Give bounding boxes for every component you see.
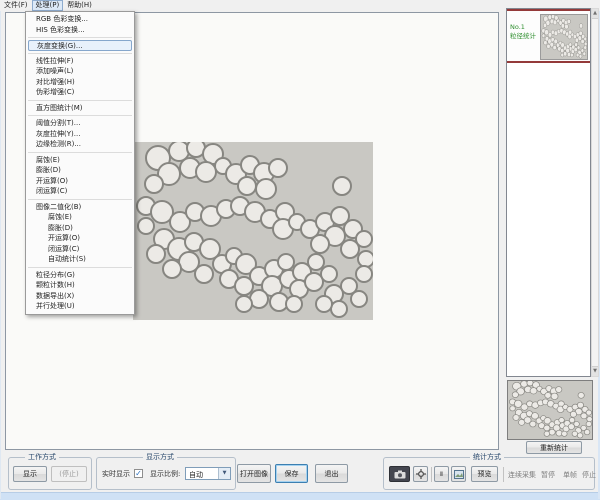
menu-item[interactable]: 闭运算(C) <box>26 244 134 255</box>
status-label-capture: 连续采集 <box>508 471 536 480</box>
menu-separator <box>28 37 132 38</box>
display-mode-label: 显示方式 <box>143 453 177 462</box>
menu-item[interactable]: 线性拉伸(F) <box>26 56 134 67</box>
check-icon: ✓ <box>135 469 142 478</box>
menu-item-highlighted[interactable]: 灰度变换(G)... <box>28 40 132 51</box>
menu-item[interactable]: 伪彩增强(C) <box>26 87 134 98</box>
menu-item[interactable]: 粒径分布(G) <box>26 270 134 281</box>
menu-item[interactable]: 并行处理(U) <box>26 301 134 312</box>
result-line1: No.1 <box>510 23 542 32</box>
menu-item[interactable]: 闭运算(C) <box>26 186 134 197</box>
scroll-down-icon[interactable]: ▼ <box>592 366 598 376</box>
menu-help[interactable]: 帮助(H) <box>63 0 96 11</box>
menu-item[interactable]: RGB 色彩变换... <box>26 14 134 25</box>
list-item-selected[interactable]: No.1 粒径统计 <box>507 9 590 63</box>
menu-item[interactable]: 腐蚀(E) <box>26 155 134 166</box>
menu-separator <box>28 100 132 101</box>
camera-icon <box>394 470 406 479</box>
menu-item[interactable]: 直方图统计(M) <box>26 103 134 114</box>
combobox-value: 自动 <box>189 470 203 480</box>
menu-separator <box>28 152 132 153</box>
menu-file[interactable]: 文件(F) <box>0 0 32 11</box>
zoom-ratio-combobox[interactable]: 自动 ▼ <box>185 467 231 480</box>
toolbar-separator <box>431 467 432 482</box>
menu-item[interactable]: 开运算(O) <box>26 176 134 187</box>
preview-thumbnail[interactable] <box>507 380 593 440</box>
stop-button[interactable]: (停止) <box>51 466 87 482</box>
result-thumbnail-image <box>541 15 587 59</box>
save-button[interactable]: 保存 <box>275 464 308 483</box>
menu-separator <box>28 115 132 116</box>
result-text: No.1 粒径统计 <box>510 23 542 41</box>
microspheres-image <box>133 142 373 320</box>
toolbar-separator <box>503 467 504 482</box>
stat-mode-label: 统计方式 <box>470 453 504 462</box>
recount-button[interactable]: 重新统计 <box>526 441 582 454</box>
menu-item[interactable]: 开运算(O) <box>26 233 134 244</box>
pause-icon: Ⅱ <box>440 471 443 478</box>
process-menu-dropdown: RGB 色彩变换... HIS 色彩变换... 灰度变换(G)... 线性拉伸(… <box>25 11 135 315</box>
menu-item[interactable]: 阈值分割(T)... <box>26 118 134 129</box>
list-scrollbar[interactable]: ▲ ▼ <box>591 8 599 377</box>
menu-item[interactable]: 灰度拉伸(Y)... <box>26 129 134 140</box>
status-label-single: 单帧 <box>563 471 577 480</box>
preview-button[interactable]: 预览 <box>471 466 498 482</box>
menu-item[interactable]: 膨胀(D) <box>26 165 134 176</box>
chevron-down-icon[interactable]: ▼ <box>218 468 230 479</box>
scroll-up-icon[interactable]: ▲ <box>592 9 598 19</box>
image-icon <box>454 470 464 479</box>
exit-button[interactable]: 退出 <box>315 464 348 483</box>
work-mode-label: 工作方式 <box>25 453 59 462</box>
preview-thumbnail-image <box>508 381 592 439</box>
menu-item[interactable]: 数据导出(X) <box>26 291 134 302</box>
menu-separator <box>28 199 132 200</box>
capture-button[interactable] <box>389 466 410 482</box>
snapshot-button[interactable] <box>451 466 466 482</box>
gear-icon <box>416 469 426 479</box>
result-thumbnail <box>540 14 588 60</box>
menu-item[interactable]: 腐蚀(E) <box>26 212 134 223</box>
settings-button[interactable] <box>413 466 428 482</box>
status-label-stop: 停止 <box>582 471 596 480</box>
menu-separator <box>28 267 132 268</box>
menu-item[interactable]: 图像二值化(B) <box>26 202 134 213</box>
result-line2: 粒径统计 <box>510 32 542 41</box>
menu-item[interactable]: 对比增强(H) <box>26 77 134 88</box>
pause-button[interactable]: Ⅱ <box>434 466 449 482</box>
menu-process[interactable]: 处理(P) <box>32 0 64 11</box>
auto-refresh-label: 实时显示 <box>102 470 130 479</box>
auto-refresh-checkbox[interactable]: ✓ <box>134 469 143 478</box>
window-frame-left <box>0 0 1 499</box>
specimen-image <box>133 142 373 320</box>
menu-item[interactable]: 边缘检测(R)... <box>26 139 134 150</box>
menu-item[interactable]: 膨胀(D) <box>26 223 134 234</box>
show-button[interactable]: 显示 <box>13 466 47 482</box>
menu-separator <box>28 53 132 54</box>
status-label-pause: 暂停 <box>541 471 555 480</box>
menu-item[interactable]: HIS 色彩变换... <box>26 25 134 36</box>
menu-item[interactable]: 颗粒计数(H) <box>26 280 134 291</box>
zoom-ratio-label: 显示比例: <box>150 470 180 479</box>
menu-item[interactable]: 自动统计(S) <box>26 254 134 265</box>
result-list: No.1 粒径统计 <box>506 8 591 377</box>
open-image-button[interactable]: 打开图像 <box>237 464 271 483</box>
menu-item[interactable]: 添加噪声(L) <box>26 66 134 77</box>
